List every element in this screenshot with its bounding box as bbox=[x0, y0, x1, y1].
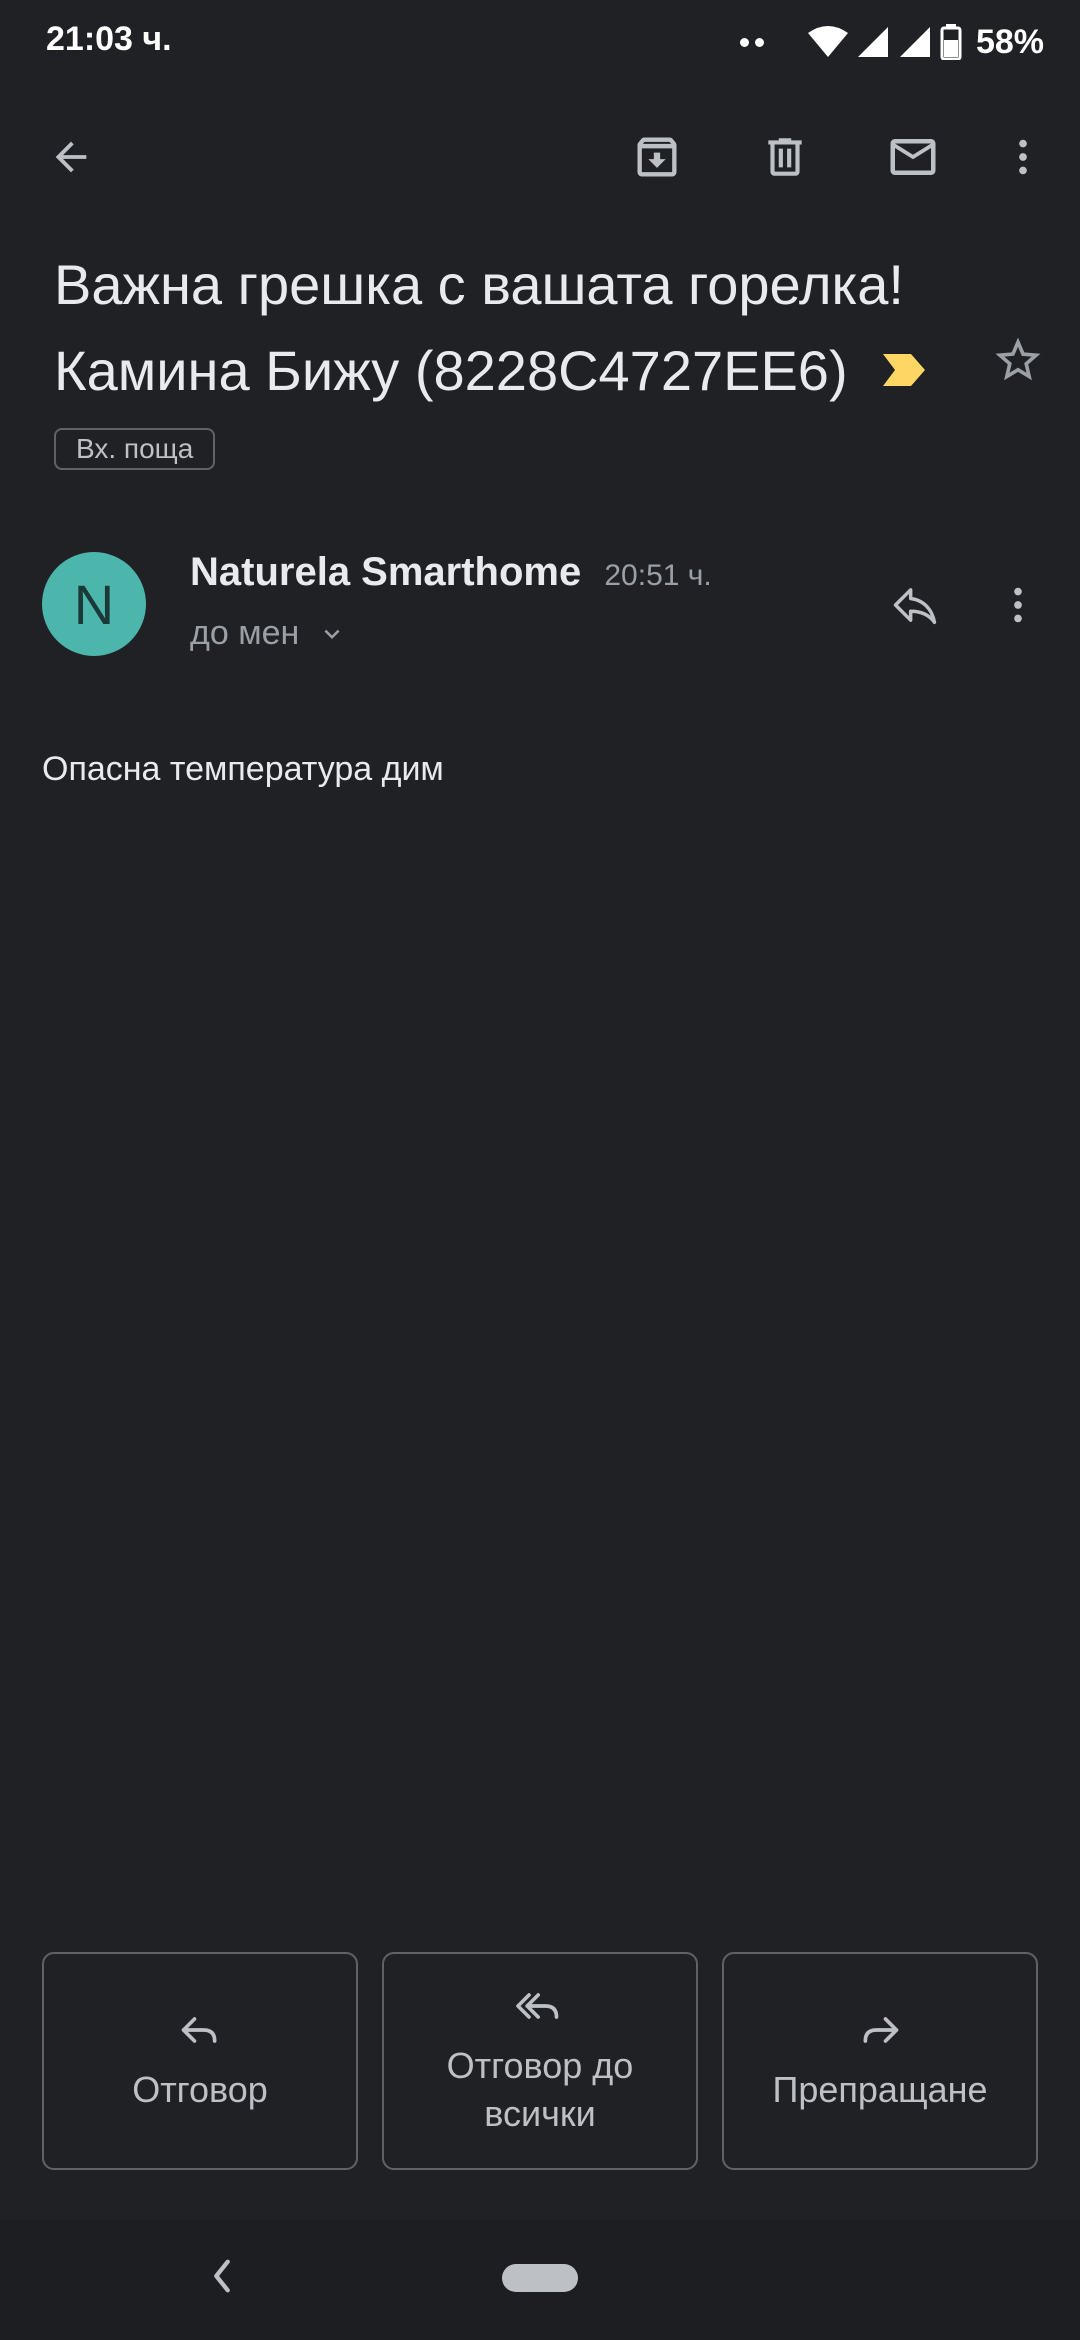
archive-icon bbox=[637, 137, 677, 177]
system-home-pill[interactable] bbox=[502, 2264, 578, 2292]
reply-all-icon bbox=[516, 1993, 559, 2019]
signal-icon-2 bbox=[899, 27, 930, 57]
system-back-button[interactable] bbox=[192, 2246, 252, 2306]
recipient-label: до мен bbox=[190, 614, 300, 652]
forward-label: Препращане bbox=[772, 2069, 988, 2110]
more-vert-icon bbox=[1019, 139, 1027, 175]
reply-label: Отговор bbox=[132, 2069, 268, 2110]
reply-icon bbox=[893, 588, 937, 625]
forward-icon bbox=[863, 2017, 899, 2043]
status-bar: 21:03 ч. 58% bbox=[0, 0, 1080, 84]
system-nav-bar bbox=[0, 2220, 1080, 2340]
message-time: 20:51 ч. bbox=[604, 559, 712, 592]
email-screen: 21:03 ч. 58% Важна грешка с вашата горел… bbox=[0, 0, 1080, 2340]
message-more-button[interactable] bbox=[978, 565, 1058, 645]
sender-avatar[interactable]: N bbox=[42, 552, 146, 656]
chevron-down-icon bbox=[324, 629, 340, 639]
status-time: 21:03 ч. bbox=[46, 20, 172, 58]
recipient-details-toggle[interactable]: до мен bbox=[190, 614, 347, 653]
chevron-left-icon bbox=[214, 2259, 230, 2293]
battery-icon bbox=[940, 24, 962, 60]
archive-button[interactable] bbox=[612, 112, 702, 202]
sender-name-row[interactable]: Naturela Smarthome 20:51 ч. bbox=[190, 550, 712, 595]
importance-marker-icon bbox=[883, 354, 926, 387]
inbox-label-chip[interactable]: Вх. поща bbox=[54, 428, 216, 470]
subject-line-1: Важна грешка с вашата горелка! bbox=[54, 253, 904, 316]
wifi-icon bbox=[807, 26, 848, 57]
message-body: Опасна температура дим bbox=[42, 750, 444, 788]
quick-reply-button[interactable] bbox=[870, 565, 960, 645]
more-options-button[interactable] bbox=[978, 112, 1068, 202]
signal-icon bbox=[857, 27, 888, 57]
battery-percent: 58% bbox=[975, 22, 1044, 61]
notification-dots-icon bbox=[739, 37, 764, 47]
sender-name: Naturela Smarthome bbox=[190, 550, 582, 594]
back-button[interactable] bbox=[26, 112, 116, 202]
email-subject: Важна грешка с вашата горелка! Камина Би… bbox=[54, 242, 954, 414]
top-app-bar bbox=[0, 112, 1080, 202]
reply-all-label: Отговор до всички bbox=[446, 2045, 634, 2134]
mark-unread-button[interactable] bbox=[868, 112, 958, 202]
more-vert-icon bbox=[1014, 587, 1022, 623]
arrow-left-icon bbox=[55, 141, 87, 173]
delete-button[interactable] bbox=[740, 112, 830, 202]
subject-line-2: Камина Бижу (8228C4727EE6) bbox=[54, 339, 848, 402]
reply-button[interactable]: Отговор bbox=[42, 1952, 358, 2170]
star-outline-icon bbox=[995, 337, 1041, 381]
trash-icon bbox=[768, 138, 802, 176]
reply-all-button[interactable]: Отговор до всички bbox=[382, 1952, 698, 2170]
status-icons: 58% bbox=[739, 18, 1044, 66]
message-actions: Отговор Отговор до всички Препращане bbox=[42, 1952, 1038, 2170]
subject-line-2-wrap: Камина Бижу (8228C4727EE6) bbox=[54, 328, 954, 414]
mail-icon bbox=[890, 139, 936, 175]
reply-icon bbox=[181, 2017, 217, 2043]
forward-button[interactable]: Препращане bbox=[722, 1952, 1038, 2170]
star-button[interactable] bbox=[978, 320, 1058, 400]
